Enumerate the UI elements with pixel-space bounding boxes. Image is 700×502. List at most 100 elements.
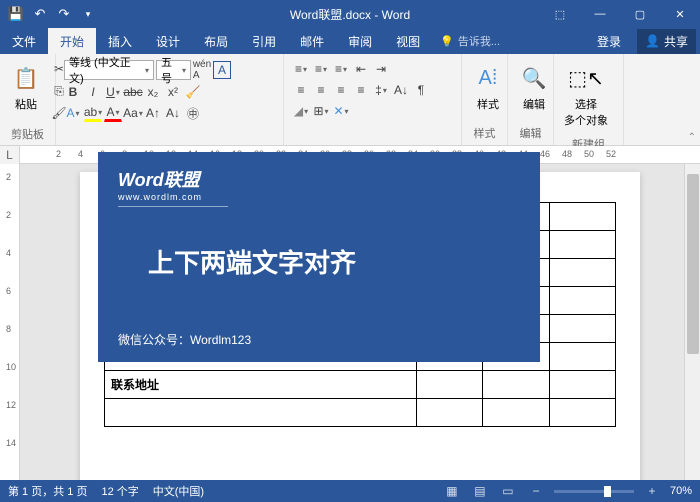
minimize-button[interactable]: —	[580, 0, 620, 28]
char-border-icon[interactable]: A	[213, 61, 231, 79]
multilevel-icon[interactable]: ≡▾	[332, 60, 350, 78]
redo-icon[interactable]: ↷	[56, 6, 72, 22]
underline-button[interactable]: U▾	[104, 83, 122, 101]
collapse-ribbon-icon[interactable]: ⌃	[688, 132, 696, 143]
overlay-title: 上下两端文字对齐	[148, 243, 520, 280]
editing-button[interactable]: 🔍 编辑	[514, 58, 554, 116]
tab-references[interactable]: 引用	[240, 28, 288, 54]
zoom-slider-thumb[interactable]	[604, 486, 611, 497]
print-layout-icon[interactable]: ▤	[470, 483, 490, 499]
zoom-slider[interactable]	[554, 490, 634, 493]
decrease-indent-icon[interactable]: ⇤	[352, 60, 370, 78]
align-right-icon[interactable]: ≡	[332, 81, 350, 99]
lightbulb-icon: 💡	[440, 35, 454, 48]
quick-access-toolbar: 💾 ↶ ↷ ▾	[0, 6, 104, 22]
ribbon-options-icon[interactable]: ⬚	[540, 0, 580, 28]
justify-icon[interactable]: ≡	[352, 81, 370, 99]
shading-icon[interactable]: ◢▾	[292, 102, 310, 120]
overlay-banner: Word联盟 www.wordlm.com 上下两端文字对齐 微信公众号：Wor…	[98, 152, 540, 362]
ribbon-tabs: 文件 开始 插入 设计 布局 引用 邮件 审阅 视图 💡 告诉我... 登录 👤…	[0, 28, 700, 54]
read-mode-icon[interactable]: ▦	[442, 483, 462, 499]
bold-button[interactable]: B	[64, 83, 82, 101]
text-effects-icon[interactable]: A▾	[64, 104, 82, 122]
clear-format-icon[interactable]: 🧹	[184, 83, 202, 101]
line-spacing-icon[interactable]: ‡▾	[372, 81, 390, 99]
change-case-icon[interactable]: Aa▾	[124, 104, 142, 122]
save-icon[interactable]: 💾	[8, 6, 24, 22]
select-icon: ⬚↖	[570, 62, 602, 94]
highlight-icon[interactable]: ab▾	[84, 104, 102, 122]
group-styles: A⁞ 样式 样式	[462, 54, 508, 145]
share-button[interactable]: 👤 共享	[637, 29, 696, 54]
shrink-font-button[interactable]: A↓	[164, 104, 182, 122]
italic-button[interactable]: I	[84, 83, 102, 101]
group-label-styles: 样式	[466, 123, 503, 143]
tell-me-search[interactable]: 💡 告诉我...	[440, 28, 500, 54]
tab-insert[interactable]: 插入	[96, 28, 144, 54]
subscript-button[interactable]: x₂	[144, 83, 162, 101]
grow-font-button[interactable]: A↑	[144, 104, 162, 122]
overlay-url: www.wordlm.com	[118, 192, 228, 207]
bullets-icon[interactable]: ≡▾	[292, 60, 310, 78]
qat-dropdown-icon[interactable]: ▾	[80, 6, 96, 22]
font-size-select[interactable]: 五号▾	[156, 60, 191, 80]
select-objects-button[interactable]: ⬚↖ 选择 多个对象	[560, 58, 612, 132]
status-lang[interactable]: 中文(中国)	[153, 483, 204, 499]
group-paragraph: ≡▾ ≡▾ ≡▾ ⇤ ⇥ ≡ ≡ ≡ ≡ ‡▾ A↓ ¶ ◢▾ ⊞▾	[284, 54, 462, 145]
close-button[interactable]: ✕	[660, 0, 700, 28]
align-left-icon[interactable]: ≡	[292, 81, 310, 99]
group-label-editing: 编辑	[512, 123, 549, 143]
maximize-button[interactable]: ▢	[620, 0, 660, 28]
table-row: 联系地址	[105, 371, 616, 399]
font-color-icon[interactable]: A▾	[104, 104, 122, 122]
status-page[interactable]: 第 1 页，共 1 页	[8, 483, 87, 499]
undo-icon[interactable]: ↶	[32, 6, 48, 22]
find-icon: 🔍	[518, 62, 550, 94]
sort-icon[interactable]: A↓	[392, 81, 410, 99]
title-bar: 💾 ↶ ↷ ▾ Word联盟.docx - Word ⬚ — ▢ ✕	[0, 0, 700, 28]
group-editing: 🔍 编辑 编辑	[508, 54, 554, 145]
snap-icon[interactable]: ✕▾	[332, 102, 350, 120]
tab-review[interactable]: 审阅	[336, 28, 384, 54]
ruler-corner: L	[0, 146, 20, 164]
scrollbar-thumb[interactable]	[687, 174, 699, 354]
share-icon: 👤	[645, 34, 660, 48]
increase-indent-icon[interactable]: ⇥	[372, 60, 390, 78]
overlay-footer: 微信公众号：Wordlm123	[118, 331, 520, 348]
font-name-select[interactable]: 等线 (中文正文)▾	[64, 60, 154, 80]
borders-icon[interactable]: ⊞▾	[312, 102, 330, 120]
zoom-in-button[interactable]: +	[642, 483, 662, 499]
paste-button[interactable]: 📋 粘贴	[6, 58, 46, 116]
vertical-ruler[interactable]: 22468101214	[0, 164, 20, 480]
group-label-clipboard: 剪贴板	[4, 124, 51, 144]
superscript-button[interactable]: x²	[164, 83, 182, 101]
tab-layout[interactable]: 布局	[192, 28, 240, 54]
align-center-icon[interactable]: ≡	[312, 81, 330, 99]
group-clipboard: 📋 粘贴 ✂ ⎘ 🖌 剪贴板	[0, 54, 56, 145]
paste-icon: 📋	[10, 62, 42, 94]
zoom-level[interactable]: 70%	[670, 485, 692, 497]
ribbon: 📋 粘贴 ✂ ⎘ 🖌 剪贴板 等线 (中文正文)▾ 五号▾ wénA A B	[0, 54, 700, 146]
web-layout-icon[interactable]: ▭	[498, 483, 518, 499]
tab-view[interactable]: 视图	[384, 28, 432, 54]
status-bar: 第 1 页，共 1 页 12 个字 中文(中国) ▦ ▤ ▭ − + 70%	[0, 480, 700, 502]
numbering-icon[interactable]: ≡▾	[312, 60, 330, 78]
group-select: ⬚↖ 选择 多个对象 新建组	[554, 54, 624, 145]
zoom-out-button[interactable]: −	[526, 483, 546, 499]
strikethrough-button[interactable]: abc	[124, 83, 142, 101]
enclose-char-icon[interactable]: ㊥	[184, 104, 202, 122]
tab-home[interactable]: 开始	[48, 28, 96, 54]
tab-mail[interactable]: 邮件	[288, 28, 336, 54]
vertical-scrollbar[interactable]	[684, 164, 700, 480]
login-button[interactable]: 登录	[585, 33, 633, 50]
status-words[interactable]: 12 个字	[101, 483, 138, 499]
group-font: 等线 (中文正文)▾ 五号▾ wénA A B I U▾ abc x₂ x² 🧹…	[56, 54, 284, 145]
tab-file[interactable]: 文件	[0, 28, 48, 54]
styles-button[interactable]: A⁞ 样式	[468, 58, 508, 116]
tab-design[interactable]: 设计	[144, 28, 192, 54]
window-controls: ⬚ — ▢ ✕	[540, 0, 700, 28]
overlay-logo: Word联盟	[118, 166, 520, 192]
show-marks-icon[interactable]: ¶	[412, 81, 430, 99]
grow-font-icon[interactable]: wénA	[193, 61, 211, 79]
table-row	[105, 399, 616, 427]
